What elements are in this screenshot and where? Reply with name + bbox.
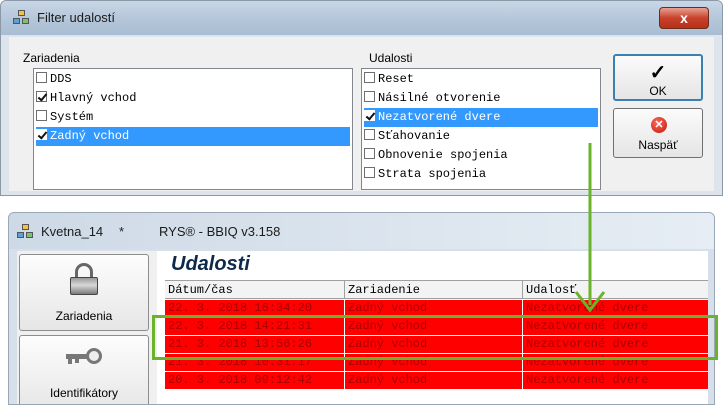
annotation-arrow xyxy=(574,143,606,313)
